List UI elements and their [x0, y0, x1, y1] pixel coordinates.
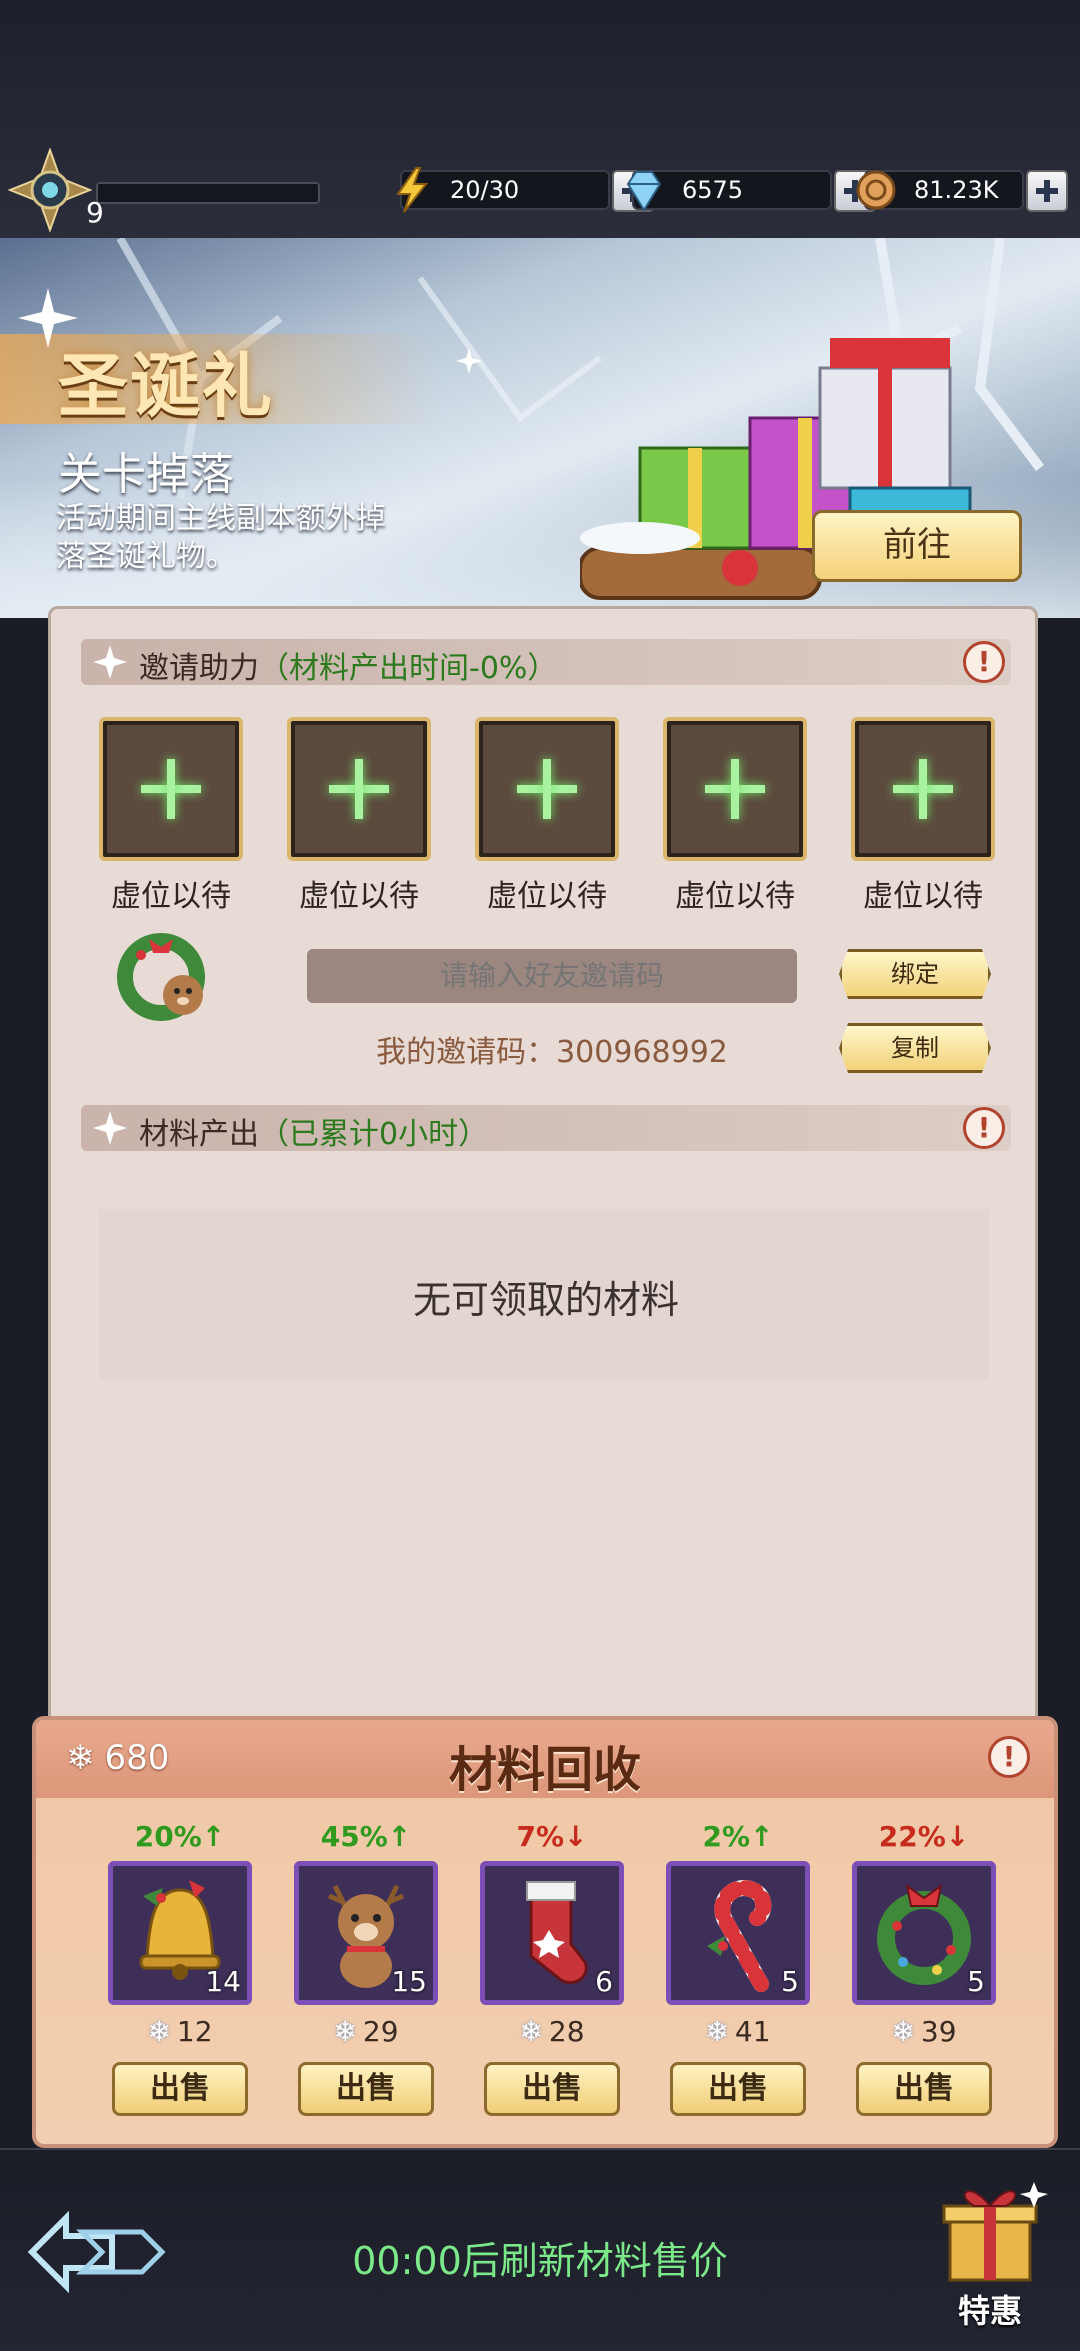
- special-offer-button[interactable]: 特惠: [930, 2174, 1050, 2330]
- item-slot[interactable]: 14: [108, 1861, 252, 2005]
- sell-price: 28: [548, 2015, 585, 2048]
- add-coins-button[interactable]: [1026, 170, 1068, 212]
- event-title: 圣诞礼: [58, 345, 274, 427]
- energy-counter: 20/30: [396, 167, 654, 213]
- level-badge-icon: [8, 148, 92, 232]
- invite-section-header: 邀请助力（材料产出时间-0%） !: [81, 639, 1011, 686]
- event-banner: 圣诞礼 关卡掉落 活动期间主线副本额外掉落圣诞礼物。 前往: [0, 238, 1080, 618]
- sell-button[interactable]: 出售: [298, 2062, 434, 2116]
- invite-info-button[interactable]: !: [963, 641, 1005, 683]
- snowflake-icon: ❄: [147, 2015, 171, 2048]
- sell-price: 39: [920, 2015, 957, 2048]
- goto-button[interactable]: 前往: [812, 510, 1022, 582]
- item-slot[interactable]: 15: [294, 1861, 438, 2005]
- player-level: 9: [86, 196, 104, 229]
- coin-value: 81.23K: [914, 176, 999, 204]
- sell-price: 12: [176, 2015, 213, 2048]
- coin-counter: 81.23K: [856, 170, 1068, 212]
- snowflake-ornament-icon: [93, 645, 127, 679]
- material-recycle-panel: ❄ 680 材料回收 ! 20%↑ 14 ❄ 12 出售 45%↑ 15 ❄ 2…: [32, 1716, 1058, 2148]
- event-subtitle: 关卡掉落: [58, 449, 234, 500]
- item-count: 5: [967, 1965, 985, 1998]
- invite-slot-label: 虚位以待: [111, 879, 231, 914]
- price-change: 22%↓: [878, 1820, 970, 1853]
- snowflake-icon: ❄: [891, 2015, 915, 2048]
- invite-title: 邀请助力: [139, 651, 259, 686]
- sell-button[interactable]: 出售: [112, 2062, 248, 2116]
- recycle-item-wreath: 22%↓ 5 ❄ 39 出售: [844, 1820, 1004, 2116]
- reindeer-wreath-icon: [117, 933, 205, 1021]
- experience-bar: [96, 182, 320, 204]
- materials-info-button[interactable]: !: [963, 1107, 1005, 1149]
- recycle-info-button[interactable]: !: [988, 1736, 1030, 1778]
- energy-value: 20/30: [450, 176, 520, 204]
- invite-slot-5[interactable]: [851, 717, 995, 861]
- recycle-item-stocking: 7%↓ 6 ❄ 28 出售: [472, 1820, 632, 2116]
- event-description: 活动期间主线副本额外掉落圣诞礼物。: [56, 501, 386, 574]
- recycle-item-candy-cane: 2%↑ 5 ❄ 41 出售: [658, 1820, 818, 2116]
- coin-icon: [856, 170, 896, 210]
- gem-counter: 6575: [626, 170, 876, 212]
- price-change: 20%↑: [134, 1820, 226, 1853]
- materials-note: （已累计0小时）: [259, 1117, 489, 1152]
- invite-panel: 邀请助力（材料产出时间-0%） ! 虚位以待 虚位以待 虚位以待 虚位以待 虚位…: [48, 606, 1038, 1736]
- top-resource-bar: 9 20/30 6575 81.23K: [0, 0, 1080, 240]
- price-refresh-timer: 00:00后刷新材料售价: [352, 2239, 728, 2283]
- sell-button[interactable]: 出售: [670, 2062, 806, 2116]
- materials-empty-text: 无可领取的材料: [412, 1278, 679, 1322]
- invite-note: （材料产出时间-0%）: [259, 651, 558, 686]
- recycle-item-bell: 20%↑ 14 ❄ 12 出售: [100, 1820, 260, 2116]
- bottom-bar: 00:00后刷新材料售价 特惠: [0, 2148, 1080, 2351]
- sell-price: 29: [362, 2015, 399, 2048]
- materials-title: 材料产出: [139, 1117, 259, 1152]
- invite-slot-2[interactable]: [287, 717, 431, 861]
- sell-price: 41: [734, 2015, 771, 2048]
- sell-button[interactable]: 出售: [484, 2062, 620, 2116]
- sparkle-icon: [456, 348, 482, 374]
- bind-button[interactable]: 绑定: [839, 949, 991, 999]
- invite-slot-3[interactable]: [475, 717, 619, 861]
- sell-button[interactable]: 出售: [856, 2062, 992, 2116]
- invite-slot-label: 虚位以待: [675, 879, 795, 914]
- price-change: 2%↑: [702, 1820, 774, 1853]
- recycle-title: 材料回收: [448, 1742, 641, 1798]
- diamond-icon: [626, 171, 662, 212]
- invite-slot-4[interactable]: [663, 717, 807, 861]
- materials-section-header: 材料产出（已累计0小时） !: [81, 1105, 1011, 1152]
- item-count: 14: [205, 1965, 241, 1998]
- my-invite-code: 我的邀请码：300968992: [376, 1035, 728, 1070]
- item-count: 6: [595, 1965, 613, 1998]
- gift-box-icon: [942, 2182, 1048, 2282]
- copy-button[interactable]: 复制: [839, 1023, 991, 1073]
- snowflake-icon: ❄: [519, 2015, 543, 2048]
- snowflake-ornament-icon: [93, 1111, 127, 1145]
- invite-slot-1[interactable]: [99, 717, 243, 861]
- item-slot[interactable]: 6: [480, 1861, 624, 2005]
- price-change: 7%↓: [516, 1820, 588, 1853]
- item-slot[interactable]: 5: [852, 1861, 996, 2005]
- item-count: 5: [781, 1965, 799, 1998]
- recycle-header: ❄ 680 材料回收 !: [36, 1720, 1054, 1798]
- invite-slot-label: 虚位以待: [487, 879, 607, 914]
- invite-slot-label: 虚位以待: [863, 879, 983, 914]
- gem-value: 6575: [682, 176, 744, 204]
- price-change: 45%↑: [320, 1820, 412, 1853]
- invite-code-input[interactable]: [307, 949, 797, 1003]
- recycle-item-reindeer: 45%↑ 15 ❄ 29 出售: [286, 1820, 446, 2116]
- special-offer-label: 特惠: [957, 2292, 1022, 2330]
- item-count: 15: [391, 1965, 427, 1998]
- item-slot[interactable]: 5: [666, 1861, 810, 2005]
- invite-slot-label: 虚位以待: [299, 879, 419, 914]
- snowflake-icon: ❄: [333, 2015, 357, 2048]
- snowflake-icon: ❄: [705, 2015, 729, 2048]
- lightning-icon: [396, 167, 429, 213]
